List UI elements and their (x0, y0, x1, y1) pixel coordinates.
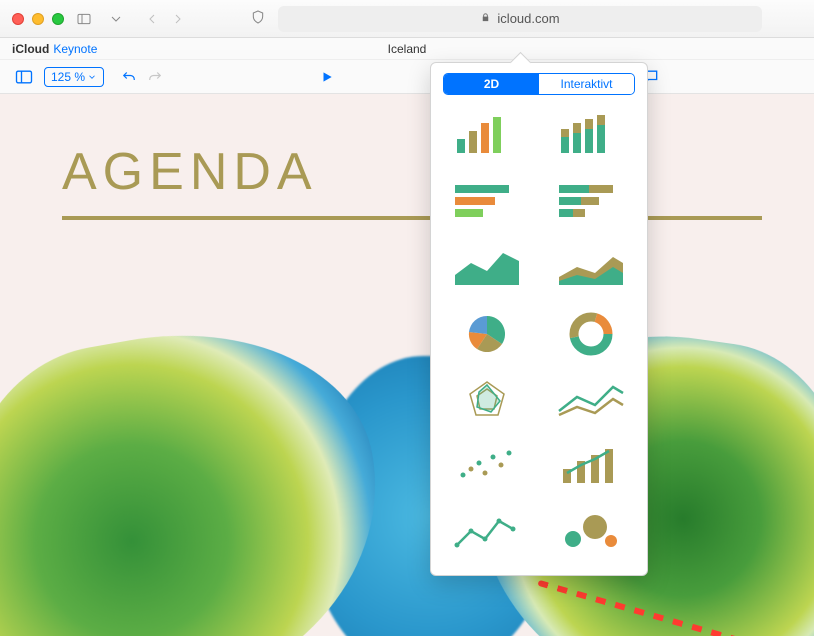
chart-option-bar[interactable] (437, 105, 537, 167)
sidebar-toggle-button[interactable] (72, 8, 96, 30)
chart-option-horizontal-stacked-bar[interactable] (541, 171, 641, 233)
document-title: Iceland (388, 42, 427, 56)
chart-option-scatter[interactable] (437, 435, 537, 497)
chart-insert-popover: 2D Interaktivt (430, 62, 648, 576)
keynote-toolbar: 125 % (0, 60, 814, 94)
chart-option-bar-trend[interactable] (541, 435, 641, 497)
map-image (0, 322, 814, 636)
chart-tab-interactive[interactable]: Interaktivt (539, 74, 634, 94)
play-slideshow-button[interactable] (320, 70, 334, 84)
nav-back-button[interactable] (140, 8, 164, 30)
slide-title[interactable]: AGENDA (62, 142, 318, 202)
slide-canvas[interactable]: AGENDA (0, 94, 814, 636)
chart-option-multi-line[interactable] (541, 369, 641, 431)
chart-option-donut[interactable] (541, 303, 641, 365)
icloud-app-name[interactable]: Keynote (53, 42, 97, 56)
chart-option-radar[interactable] (437, 369, 537, 431)
icloud-header: iCloud Keynote Iceland (0, 38, 814, 60)
traffic-lights (12, 13, 64, 25)
chart-option-pie[interactable] (437, 303, 537, 365)
privacy-shield-icon[interactable] (250, 9, 266, 28)
zoom-dropdown[interactable]: 125 % (44, 67, 104, 87)
icloud-brand[interactable]: iCloud (12, 42, 49, 56)
tab-dropdown-button[interactable] (104, 8, 128, 30)
chart-type-tabs: 2D Interaktivt (443, 73, 635, 95)
slide-title-rule (62, 216, 762, 220)
zoom-value: 125 % (51, 70, 85, 84)
redo-button (146, 68, 164, 86)
chart-tab-2d[interactable]: 2D (444, 74, 539, 94)
chart-option-area[interactable] (437, 237, 537, 299)
chart-option-stacked-area[interactable] (541, 237, 641, 299)
window-minimize-button[interactable] (32, 13, 44, 25)
undo-button[interactable] (120, 68, 138, 86)
window-close-button[interactable] (12, 13, 24, 25)
window-maximize-button[interactable] (52, 13, 64, 25)
lock-icon (480, 11, 491, 26)
chart-option-line[interactable] (437, 501, 537, 563)
nav-forward-button[interactable] (166, 8, 190, 30)
chart-option-stacked-bar[interactable] (541, 105, 641, 167)
browser-chrome: icloud.com (0, 0, 814, 38)
chart-option-bubble[interactable] (541, 501, 641, 563)
chart-type-grid (431, 101, 647, 567)
slide-navigator-button[interactable] (14, 67, 34, 87)
url-host-text: icloud.com (497, 11, 559, 26)
chart-option-horizontal-bar[interactable] (437, 171, 537, 233)
url-bar[interactable]: icloud.com (278, 6, 762, 32)
